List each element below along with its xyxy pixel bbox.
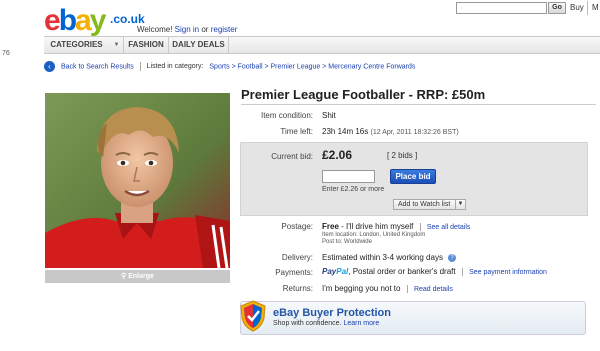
see-payment-info-link[interactable]: See payment information (469, 269, 547, 276)
bid-amount-input[interactable] (322, 170, 375, 183)
chevron-down-icon[interactable]: ▼ (109, 37, 124, 53)
title-divider (241, 104, 596, 105)
shield-icon (240, 300, 266, 332)
margin-number: 76 (2, 50, 10, 57)
post-to: Post to: Worldwide (322, 239, 372, 245)
zoom-icon: ⚲ (121, 273, 127, 280)
condition-value: Shit (322, 111, 336, 120)
payments-label: Payments: (275, 268, 313, 277)
nav-fashion[interactable]: FASHION (124, 37, 169, 53)
truncated-header-link[interactable]: M (592, 3, 599, 12)
see-all-details-link[interactable]: See all details (427, 224, 471, 231)
read-details-link[interactable]: Read details (414, 286, 453, 293)
time-left-label: Time left: (280, 127, 313, 136)
end-time: (12 Apr, 2011 18:32:26 BST) (370, 129, 459, 136)
current-bid-label: Current bid: (271, 152, 313, 161)
delivery-value: Estimated within 3-4 working days ? (322, 253, 457, 262)
learn-more-link[interactable]: Learn more (343, 320, 379, 327)
item-photo[interactable] (45, 93, 230, 268)
condition-label: Item condition: (260, 111, 313, 120)
payments-divider (461, 267, 463, 276)
back-arrow-icon[interactable]: ‹ (44, 61, 55, 72)
main-nav-bar: CATEGORIES ▼ FASHION DAILY DEALS (44, 36, 600, 54)
search-go-button[interactable]: Go (548, 2, 566, 14)
footballer-photo (45, 93, 230, 268)
delivery-label: Delivery: (281, 253, 313, 262)
chevron-down-icon[interactable]: ▼ (455, 200, 465, 209)
returns-label: Returns: (282, 284, 313, 293)
item-location: Item location: London, United Kingdom (322, 232, 426, 238)
returns-value: I'm begging you not to Read details (322, 284, 453, 293)
ebay-logo[interactable]: ebay .co.uk (44, 4, 145, 37)
postage-divider (419, 222, 421, 231)
bid-hint: Enter £2.26 or more (322, 186, 385, 193)
place-bid-button[interactable]: Place bid (390, 169, 436, 184)
search-input[interactable] (456, 2, 547, 14)
back-to-search-link[interactable]: Back to Search Results (61, 63, 134, 70)
register-link[interactable]: register (211, 25, 238, 34)
listed-in-label: Listed in category: (146, 63, 204, 71)
buyer-protection-subtitle: Shop with confidence. Learn more (273, 320, 380, 327)
returns-divider (406, 284, 408, 293)
enlarge-button[interactable]: ⚲ Enlarge (45, 270, 230, 283)
paypal-logo: PayPal (322, 267, 349, 276)
postage-label: Postage: (281, 222, 313, 231)
breadcrumb-divider (139, 62, 141, 71)
breadcrumb: ‹ Back to Search Results Listed in categ… (44, 61, 415, 75)
payments-value: PayPal, Postal order or banker's draft S… (322, 267, 547, 276)
header-divider (587, 1, 588, 15)
buy-link[interactable]: Buy (570, 3, 584, 12)
nav-categories[interactable]: CATEGORIES ▼ (44, 37, 124, 53)
buyer-protection-title: eBay Buyer Protection (273, 307, 391, 319)
bid-count-link[interactable]: [ 2 bids ] (387, 151, 417, 160)
time-left-value: 23h 14m 16s (12 Apr, 2011 18:32:26 BST) (322, 127, 459, 136)
info-icon[interactable]: ? (448, 253, 457, 262)
nav-daily-deals[interactable]: DAILY DEALS (169, 37, 229, 53)
postage-value: Free - I'll drive him myself See all det… (322, 222, 471, 231)
welcome-message: Welcome! Sign in or register (137, 25, 238, 34)
item-title: Premier League Footballer - RRP: £50m (241, 87, 486, 102)
current-bid-amount: £2.06 (322, 148, 353, 162)
category-path-link[interactable]: Sports > Football > Premier League > Mer… (209, 63, 415, 70)
sign-in-link[interactable]: Sign in (175, 25, 199, 34)
add-to-watch-list-button[interactable]: Add to Watch list ▼ (393, 199, 466, 210)
